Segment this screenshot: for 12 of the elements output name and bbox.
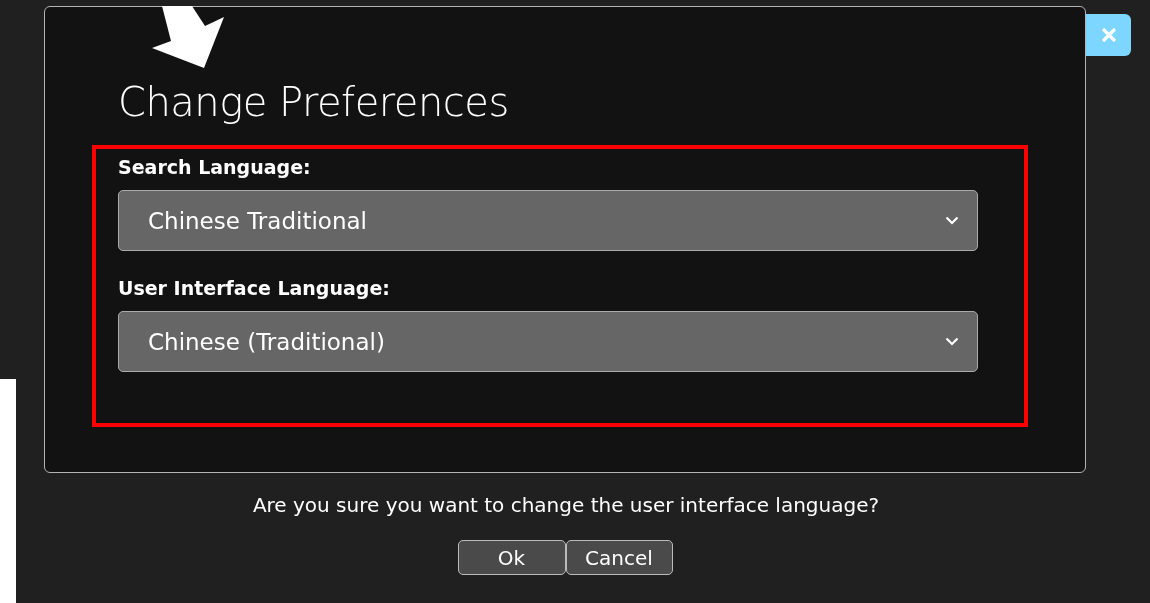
close-button[interactable] <box>1086 14 1131 56</box>
chevron-down-icon <box>945 337 959 346</box>
close-icon <box>1100 27 1117 43</box>
ok-button[interactable]: Ok <box>457 540 566 575</box>
language-dropdown[interactable]: Chinese (Traditional) <box>118 311 978 372</box>
field-label: Search Language: <box>118 156 311 178</box>
cancel-button[interactable]: Cancel <box>565 540 673 575</box>
field-label: User Interface Language: <box>118 277 390 299</box>
language-dropdown[interactable]: Chinese Traditional <box>118 190 978 251</box>
chevron-down-icon <box>945 216 959 225</box>
dialog-title: Change Preferences <box>118 79 509 125</box>
confirmation-question: Are you sure you want to change the user interface language? <box>252 493 880 517</box>
